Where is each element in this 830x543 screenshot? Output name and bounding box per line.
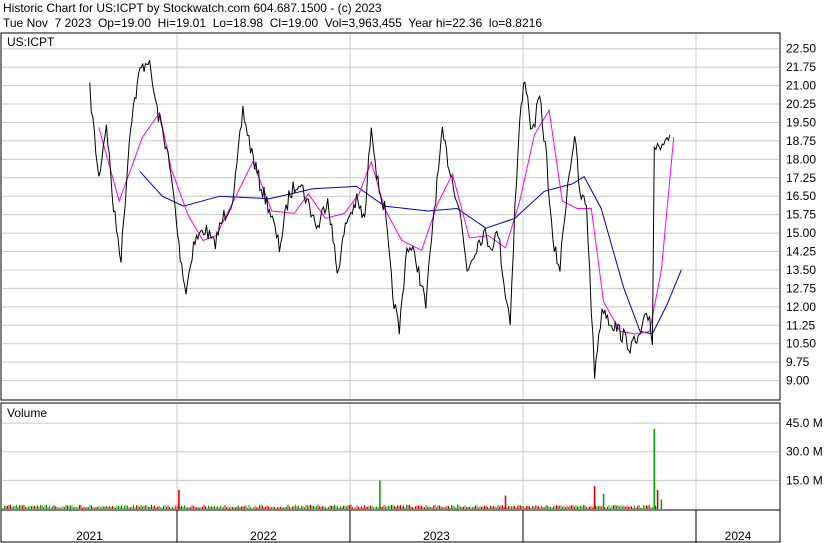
x-tick-label: 2021	[76, 529, 103, 543]
price-y-tick-label: 21.75	[786, 60, 816, 74]
price-y-tick-label: 22.50	[786, 42, 816, 56]
price-y-tick-label: 18.75	[786, 134, 816, 148]
volume-y-tick-label: 30.0 M	[786, 445, 823, 459]
price-y-tick-label: 12.00	[786, 300, 816, 314]
volume-bars	[2, 428, 663, 509]
price-y-ticks: 22.50 21.75 21.00 20.25 19.50 18.75 18.00 17.25…	[786, 42, 816, 388]
price-y-tick-label: 9.75	[786, 355, 810, 369]
volume-panel-frame	[0, 402, 781, 511]
price-y-tick-label: 10.50	[786, 337, 816, 351]
price-y-tick-label: 9.00	[786, 374, 810, 388]
stock-chart: US:ICPT Volume 22.50 21.75 21.00 20.25 19.50…	[0, 32, 823, 543]
x-axis-band	[0, 509, 781, 543]
price-y-tick-label: 20.25	[786, 97, 816, 111]
volume-grid	[2, 404, 779, 509]
x-tick-label: 2023	[423, 529, 450, 543]
price-y-tick-label: 12.75	[786, 281, 816, 295]
x-tick-label: 2024	[725, 529, 752, 543]
price-panel-frame	[0, 32, 781, 401]
x-tick-label: 2022	[250, 529, 277, 543]
volume-y-tick-label: 15.0 M	[786, 473, 823, 487]
price-y-tick-label: 15.75	[786, 208, 816, 222]
x-axis-ticks: 2021 2022 2023 2024	[76, 510, 752, 543]
price-y-tick-label: 13.50	[786, 263, 816, 277]
price-y-tick-label: 17.25	[786, 171, 816, 185]
volume-label: Volume	[7, 406, 47, 420]
price-series	[89, 59, 682, 379]
price-grid	[2, 34, 779, 399]
price-y-tick-label: 14.25	[786, 245, 816, 259]
price-y-tick-label: 15.00	[786, 226, 816, 240]
price-y-tick-label: 18.00	[786, 152, 816, 166]
price-y-tick-label: 11.25	[786, 318, 815, 332]
price-y-tick-label: 19.50	[786, 115, 816, 129]
volume-y-ticks: 45.0 M 30.0 M 15.0 M	[786, 416, 823, 487]
price-symbol-label: US:ICPT	[7, 35, 55, 49]
volume-y-tick-label: 45.0 M	[786, 416, 823, 430]
price-y-tick-label: 21.00	[786, 79, 816, 93]
price-y-tick-label: 16.50	[786, 189, 816, 203]
